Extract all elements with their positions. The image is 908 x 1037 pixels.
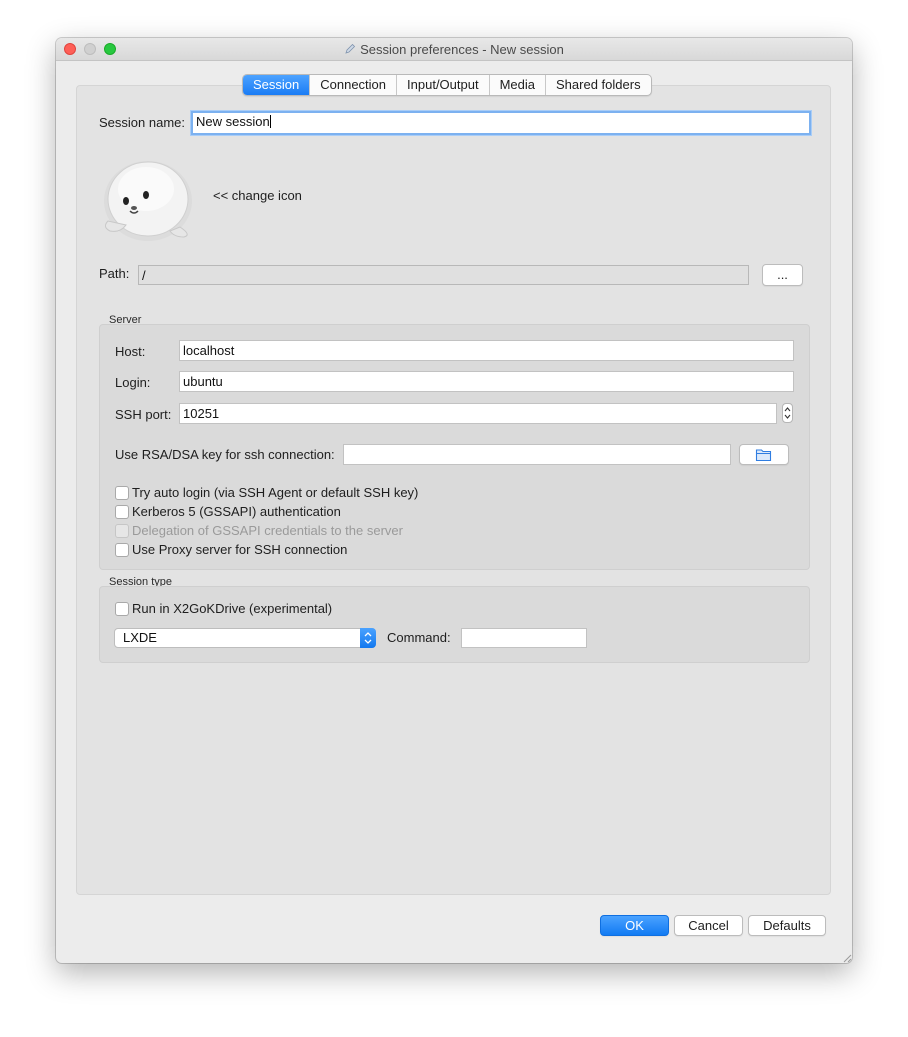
ssh-port-input[interactable]: 10251 bbox=[179, 403, 777, 424]
login-input[interactable]: ubuntu bbox=[179, 371, 794, 392]
browse-key-button[interactable] bbox=[739, 444, 789, 465]
tab-connection[interactable]: Connection bbox=[309, 75, 396, 95]
host-label: Host: bbox=[115, 344, 146, 359]
tab-shared-folders[interactable]: Shared folders bbox=[545, 75, 651, 95]
path-label: Path: bbox=[99, 266, 130, 281]
ssh-port-stepper[interactable] bbox=[782, 403, 793, 423]
window-title-container: Session preferences - New session bbox=[56, 42, 852, 57]
auto-login-label: Try auto login (via SSH Agent or default… bbox=[132, 485, 419, 500]
ssh-key-label: Use RSA/DSA key for ssh connection: bbox=[115, 447, 335, 462]
session-name-input[interactable]: New session bbox=[191, 111, 811, 135]
ssh-port-label: SSH port: bbox=[115, 407, 172, 422]
session-icon-seal bbox=[104, 161, 192, 241]
ok-button[interactable]: OK bbox=[600, 915, 669, 936]
kerberos-checkbox[interactable] bbox=[115, 505, 129, 519]
gssapi-delegation-label: Delegation of GSSAPI credentials to the … bbox=[132, 523, 403, 538]
folder-icon bbox=[755, 449, 772, 462]
login-label: Login: bbox=[115, 375, 151, 390]
kerberos-label: Kerberos 5 (GSSAPI) authentication bbox=[132, 504, 341, 519]
ssh-key-input[interactable] bbox=[343, 444, 731, 465]
command-input[interactable] bbox=[461, 628, 587, 648]
session-type-value: LXDE bbox=[123, 630, 157, 645]
tab-media[interactable]: Media bbox=[488, 75, 545, 95]
tab-bar: Session Connection Input/Output Media Shared… bbox=[242, 74, 652, 96]
gssapi-delegation-checkbox bbox=[115, 524, 129, 538]
server-group: Host: localhost Login: ubuntu SSH port: … bbox=[99, 324, 810, 570]
path-field: / bbox=[138, 265, 749, 285]
stepper-arrows-icon bbox=[784, 407, 791, 419]
defaults-button[interactable]: Defaults bbox=[748, 915, 826, 936]
command-label: Command: bbox=[387, 630, 451, 645]
session-type-select[interactable]: LXDE bbox=[114, 628, 376, 648]
pencil-icon bbox=[345, 43, 356, 54]
cancel-button[interactable]: Cancel bbox=[674, 915, 743, 936]
title-bar: Session preferences - New session bbox=[56, 38, 852, 61]
proxy-label: Use Proxy server for SSH connection bbox=[132, 542, 348, 557]
session-icon-button[interactable] bbox=[100, 153, 196, 243]
session-type-group: Run in X2GoKDrive (experimental) LXDE Co… bbox=[99, 586, 810, 663]
x2gokdrive-checkbox[interactable] bbox=[115, 602, 129, 616]
resize-grip-icon[interactable] bbox=[840, 951, 852, 963]
proxy-checkbox[interactable] bbox=[115, 543, 129, 557]
auto-login-checkbox[interactable] bbox=[115, 486, 129, 500]
tab-session[interactable]: Session bbox=[243, 75, 310, 95]
browse-path-button[interactable]: ... bbox=[762, 264, 803, 286]
host-input[interactable]: localhost bbox=[179, 340, 794, 361]
tab-content-panel: Session name: New session << change icon… bbox=[76, 85, 831, 895]
x2gokdrive-label: Run in X2GoKDrive (experimental) bbox=[132, 601, 333, 616]
tab-input-output[interactable]: Input/Output bbox=[396, 75, 489, 95]
change-icon-link[interactable]: << change icon bbox=[213, 188, 302, 203]
select-arrows-icon bbox=[360, 628, 376, 648]
preferences-window: Session preferences - New session Sessio… bbox=[56, 38, 852, 963]
window-title: Session preferences - New session bbox=[360, 42, 564, 57]
text-cursor bbox=[269, 115, 271, 128]
session-name-value: New session bbox=[196, 114, 270, 129]
session-name-label: Session name: bbox=[99, 115, 185, 130]
